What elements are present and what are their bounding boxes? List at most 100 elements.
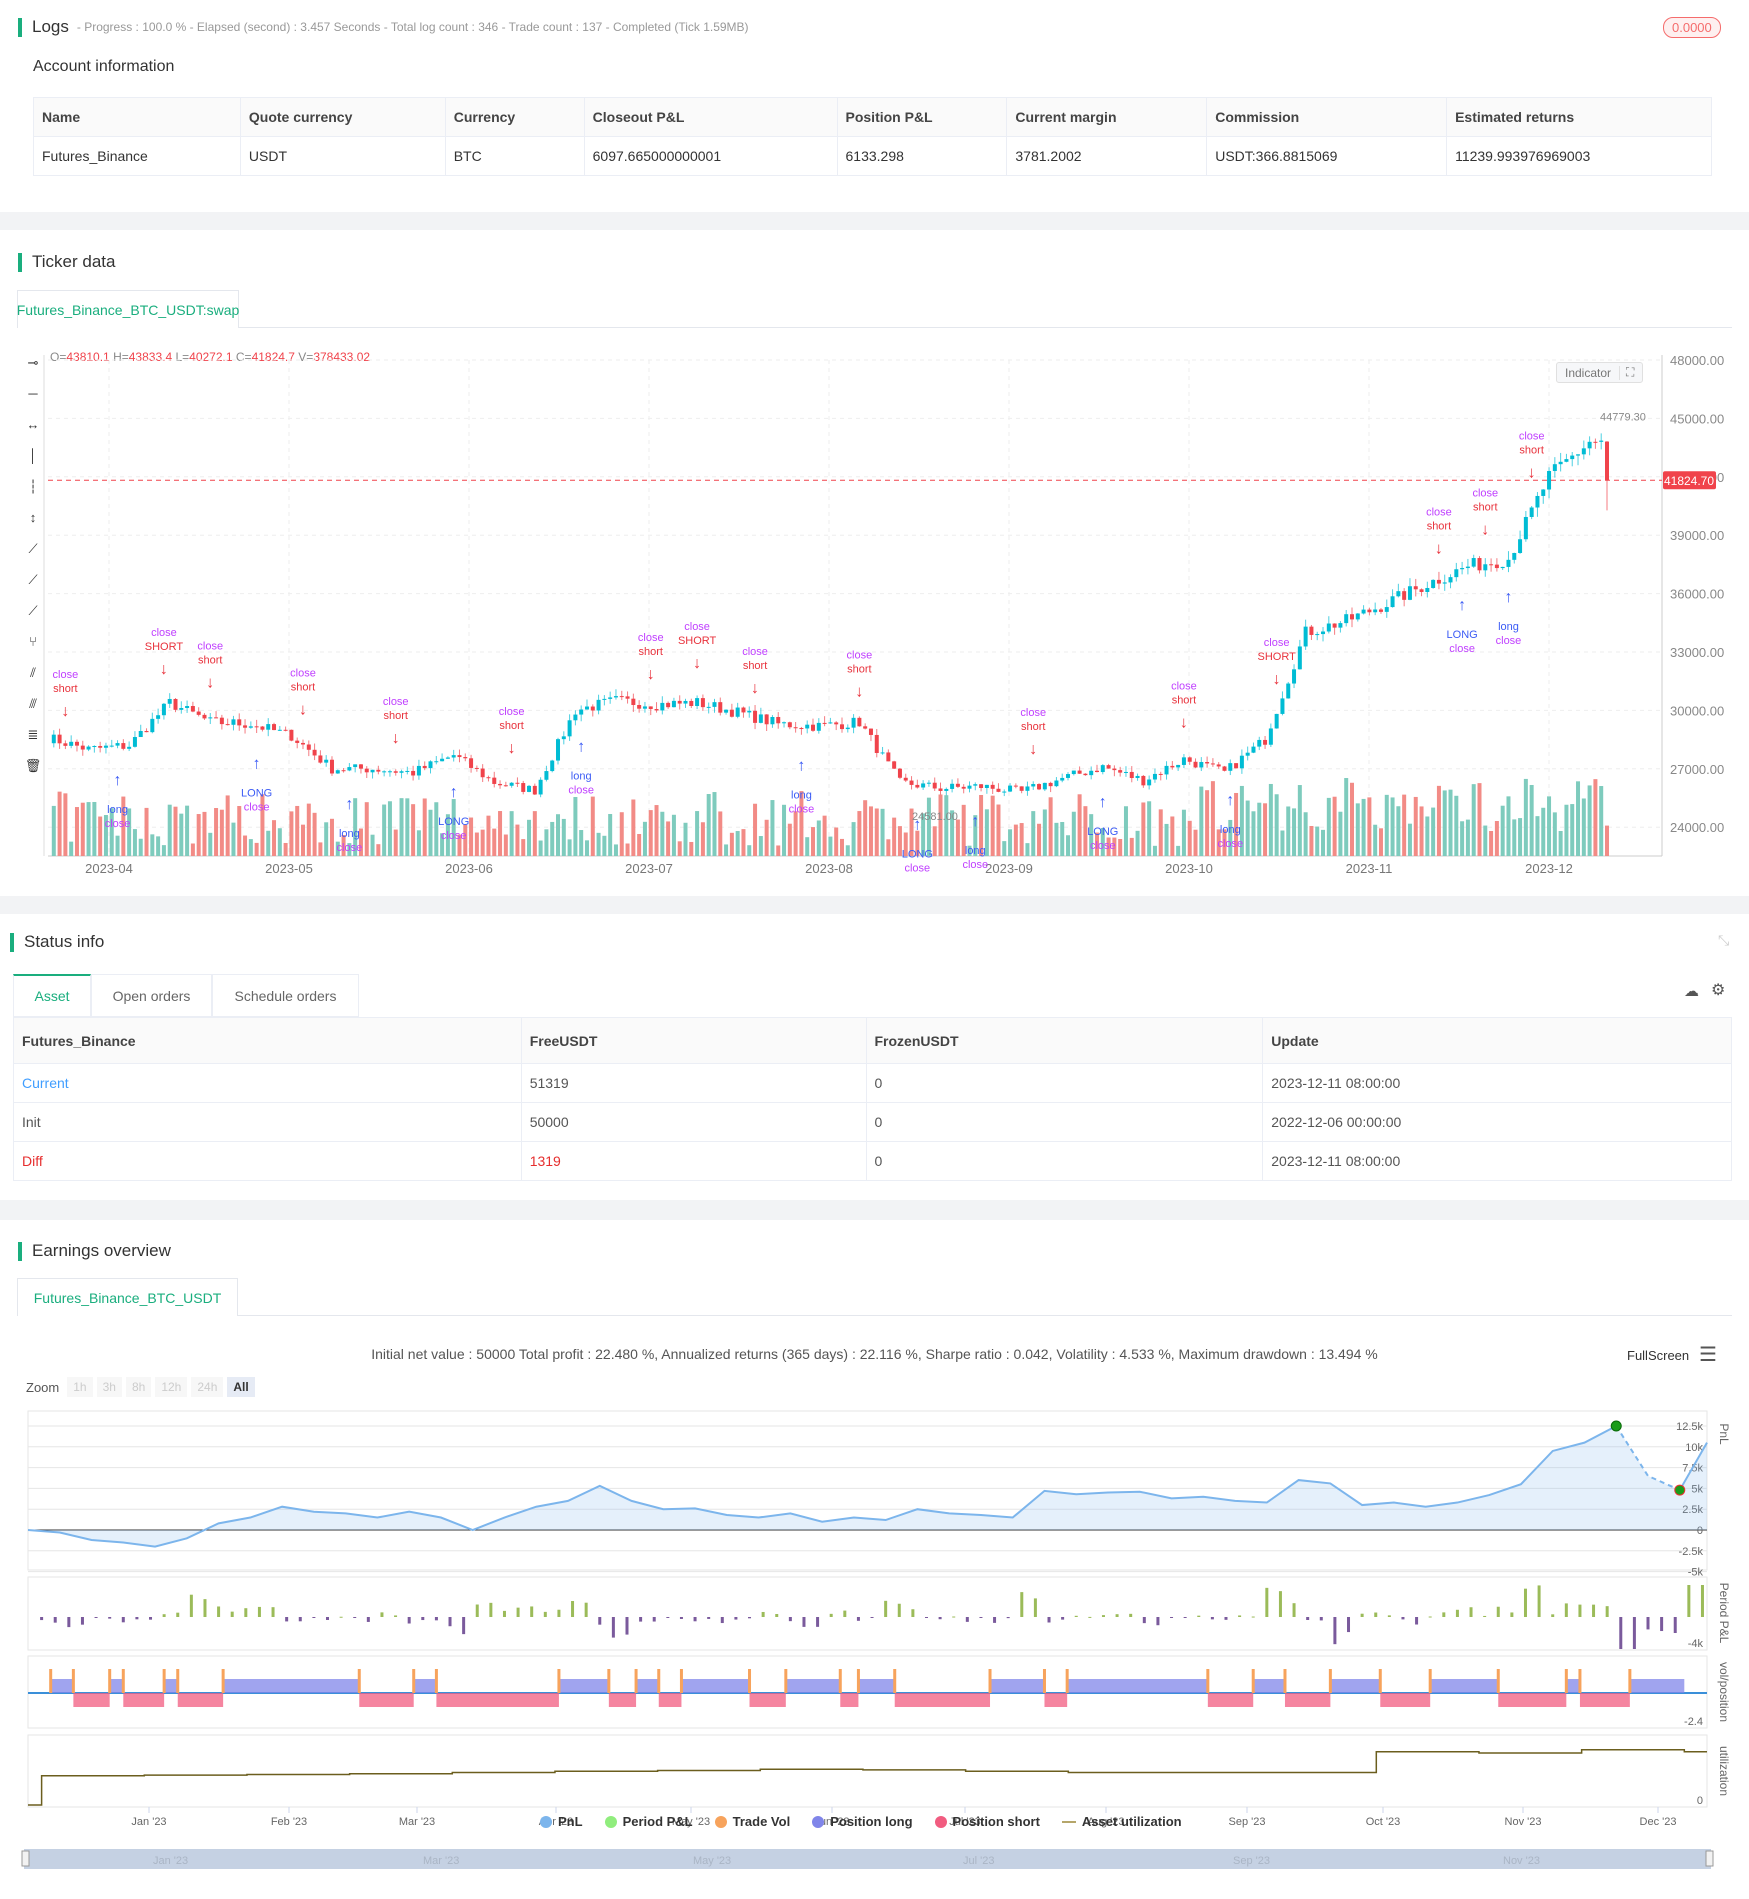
trade-vol-bar	[1283, 1669, 1287, 1693]
candle	[1483, 564, 1488, 571]
candle	[538, 779, 543, 795]
volume-bar	[1025, 843, 1030, 856]
volume-bar	[944, 795, 949, 856]
legend-item[interactable]: Asset utilization	[1061, 1814, 1182, 1829]
volume-bar	[214, 808, 219, 856]
close-label: close	[638, 632, 664, 644]
volume-bar	[469, 817, 474, 856]
period-pnl-bar	[1210, 1617, 1214, 1620]
candle	[289, 729, 294, 741]
zoom-8h[interactable]: 8h	[125, 1377, 152, 1397]
period-pnl-bar	[1088, 1616, 1092, 1618]
period-pnl-bar	[1687, 1585, 1691, 1617]
signal-label: long	[791, 789, 812, 801]
zoom-3h[interactable]: 3h	[96, 1377, 122, 1397]
volume-bar	[1587, 785, 1592, 856]
period-pnl-bar	[870, 1617, 874, 1618]
candle	[422, 765, 427, 769]
volume-bar	[868, 806, 873, 856]
legend-item[interactable]: Period P&L	[604, 1814, 693, 1829]
candle	[1465, 566, 1470, 569]
close-label: close	[1519, 430, 1545, 442]
candle	[996, 788, 1001, 792]
earnings-title: Earnings overview	[32, 1241, 171, 1260]
arrow-down-icon: ↓	[299, 701, 307, 718]
period-pnl-bar	[394, 1615, 398, 1617]
x-tick-label: 2023-12	[1525, 861, 1573, 876]
tab-schedule-orders[interactable]: Schedule orders	[212, 974, 359, 1017]
y-tick-label: 0	[1697, 1795, 1703, 1807]
tab-open-orders[interactable]: Open orders	[91, 974, 212, 1017]
legend-item[interactable]: Position short	[934, 1814, 1040, 1829]
settings-gear-icon[interactable]: ⚙	[1711, 980, 1725, 1000]
trade-vol-bar	[748, 1669, 752, 1693]
fullscreen-button[interactable]: FullScreen	[1627, 1348, 1689, 1363]
candle	[799, 728, 804, 730]
candle	[1523, 516, 1528, 540]
candle	[724, 709, 729, 713]
tab-earnings-symbol[interactable]: Futures_Binance_BTC_USDT	[17, 1278, 238, 1316]
volume-bar	[538, 840, 543, 856]
legend-item[interactable]: Trade Vol	[714, 1814, 790, 1829]
period-pnl-bar	[1469, 1607, 1473, 1617]
collapse-icon[interactable]: ⤡	[1718, 932, 1729, 949]
navigator-handle-left[interactable]	[21, 1850, 30, 1867]
candle	[312, 749, 317, 756]
candle	[602, 698, 607, 700]
period-pnl-bar	[652, 1617, 656, 1622]
candle	[115, 743, 120, 746]
column-header: Update	[1262, 1017, 1732, 1064]
table-cell[interactable]: Current	[13, 1063, 522, 1103]
cloud-download-icon[interactable]: ☁	[1684, 982, 1699, 1000]
period-pnl-bar	[489, 1602, 493, 1617]
period-pnl-bar	[1360, 1613, 1364, 1617]
tab-ticker-symbol[interactable]: Futures_Binance_BTC_USDT:swap	[17, 290, 239, 328]
volume-bar	[57, 791, 62, 856]
zoom-12h[interactable]: 12h	[155, 1377, 188, 1397]
volume-bar	[1123, 806, 1128, 856]
period-pnl-bar	[1101, 1615, 1105, 1617]
close-label: close	[789, 803, 815, 815]
legend-item[interactable]: Position long	[812, 1814, 913, 1829]
candle	[1286, 683, 1291, 699]
zoom-24h[interactable]: 24h	[191, 1377, 224, 1397]
volume-bar	[556, 814, 561, 856]
candle	[648, 706, 653, 710]
zoom-1h[interactable]: 1h	[67, 1377, 93, 1397]
chart-legend: PnL Period P&L Trade Vol Position long Posit…	[540, 1814, 1182, 1829]
menu-icon[interactable]: ☰	[1699, 1342, 1717, 1367]
candlestick-chart[interactable]: 48000.0045000.0042000.0039000.0036000.00…	[0, 340, 1749, 885]
period-pnl-bar	[516, 1607, 520, 1617]
volume-bar	[1419, 806, 1424, 856]
volume-bar	[532, 811, 537, 856]
indicator-button[interactable]: Indicator ⛶	[1556, 362, 1643, 383]
candle	[457, 755, 462, 758]
expand-icon[interactable]: ⛶	[1620, 365, 1640, 380]
tab-asset[interactable]: Asset	[13, 974, 91, 1017]
candle	[961, 786, 966, 789]
candle	[74, 741, 79, 746]
candle	[521, 783, 526, 792]
close-label: close	[244, 802, 270, 814]
trade-vol-bar	[1578, 1669, 1582, 1693]
candle	[277, 729, 282, 731]
volume-bar	[243, 835, 248, 856]
legend-item[interactable]: PnL	[540, 1814, 583, 1829]
candle	[1326, 623, 1331, 632]
period-pnl-bar	[1197, 1615, 1201, 1617]
period-pnl-bar	[94, 1617, 98, 1618]
volume-bar	[724, 844, 729, 856]
candle	[1205, 762, 1210, 764]
zoom-All[interactable]: All	[227, 1377, 255, 1397]
signal-label: short	[198, 654, 222, 666]
period-pnl-bar	[421, 1617, 425, 1621]
navigator-handle-right[interactable]	[1705, 1850, 1714, 1867]
candle	[631, 698, 636, 705]
period-pnl-bar	[1496, 1606, 1500, 1617]
x-tick-label: Nov '23	[1505, 1816, 1542, 1828]
period-pnl-bar	[448, 1617, 452, 1627]
navigator-range[interactable]	[24, 1849, 1711, 1869]
candle	[1158, 773, 1163, 775]
candle	[1344, 614, 1349, 624]
candle	[1436, 579, 1441, 584]
